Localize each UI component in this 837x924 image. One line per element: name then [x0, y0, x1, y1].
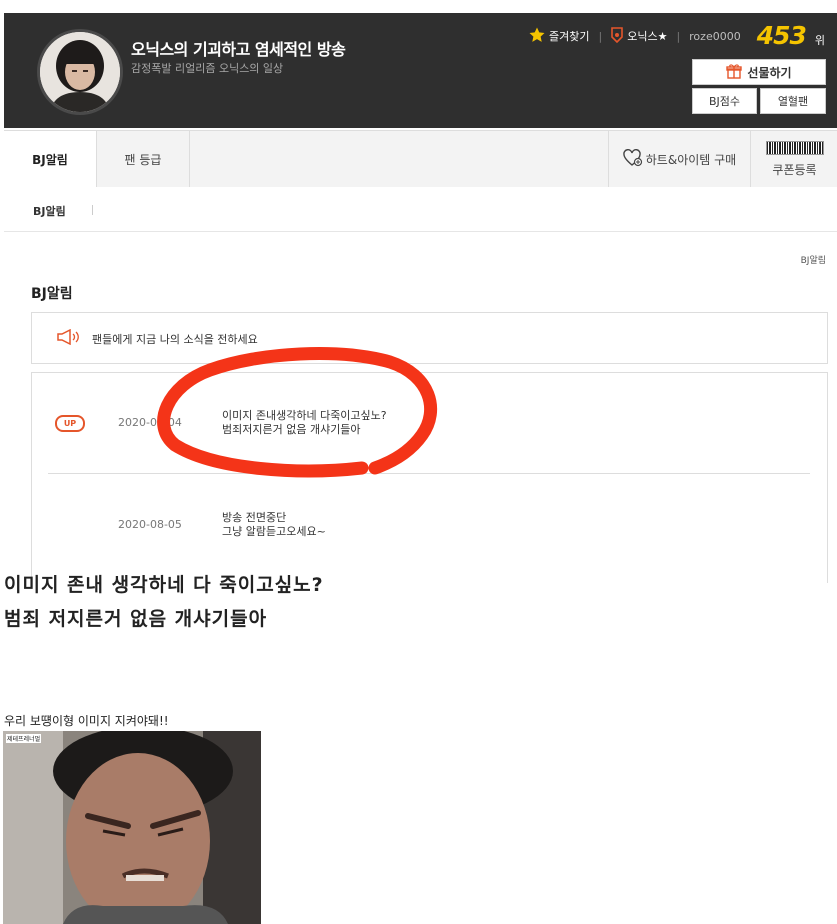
gift-button[interactable]: 선물하기: [692, 59, 826, 85]
photo-angry-face: 제테프레너멀: [3, 731, 261, 924]
tab-bar: BJ알림 팬 등급 하트&아이템 구매 쿠폰등록: [4, 130, 837, 188]
rank-number: 453: [756, 21, 807, 50]
sub-navigation: BJ알림: [4, 187, 837, 232]
gift-icon: [726, 63, 743, 82]
notice-list: UP 2020-08-04 이미지 존내생각하네 다죽이고싶노? 범죄저지른거 …: [31, 372, 828, 583]
heart-icon: [623, 148, 643, 170]
row-divider: [48, 473, 810, 474]
notice-compose-box[interactable]: 팬들에게 지금 나의 소식을 전하세요: [31, 312, 828, 364]
divider: |: [676, 29, 681, 43]
tab-heart-item[interactable]: 하트&아이템 구매: [608, 131, 750, 187]
star-icon[interactable]: [528, 26, 546, 47]
photo-watermark: 제테프레너멀: [6, 734, 42, 743]
post-line: 방송 전면중단: [222, 511, 287, 524]
divider: [92, 205, 93, 215]
tab-bj-notice[interactable]: BJ알림: [4, 131, 97, 188]
gift-label: 선물하기: [747, 65, 792, 80]
notice-prompt: 팬들에게 지금 나의 소식을 전하세요: [92, 333, 258, 346]
post-line: 그냥 알람듣고오세요~: [222, 525, 326, 538]
post-body[interactable]: 방송 전면중단 그냥 알람듣고오세요~: [222, 511, 326, 539]
post-body[interactable]: 이미지 존내생각하네 다죽이고싶노? 범죄저지른거 없음 개샤기들아: [222, 409, 387, 437]
top-fan-button[interactable]: 열혈팬: [760, 88, 826, 114]
post-date: 2020-08-04: [118, 416, 182, 429]
tab-fan-grade[interactable]: 팬 등급: [97, 131, 190, 187]
caption-line-1: 이미지 존내 생각하네 다 죽이고싶노?: [4, 574, 324, 596]
rank-display: 453 위: [757, 21, 825, 50]
post-date: 2020-08-05: [118, 518, 182, 531]
post-line: 범죄저지른거 없음 개샤기들아: [222, 423, 361, 436]
post-line: 이미지 존내생각하네 다죽이고싶노?: [222, 409, 387, 422]
profile-avatar[interactable]: [37, 29, 123, 115]
face-photo: [3, 731, 261, 924]
caption-line-2: 범죄 저지른거 없음 개샤기들아: [4, 608, 268, 630]
channel-subtitle: 감정폭발 리얼리즘 오닉스의 일상: [131, 62, 284, 75]
tab-heart-item-label: 하트&아이템 구매: [645, 152, 737, 167]
subnav-bj-notice[interactable]: BJ알림: [33, 203, 66, 219]
badge-icon: [611, 26, 624, 46]
section-title: BJ알림: [31, 286, 73, 302]
bj-name[interactable]: 오닉스★: [627, 28, 667, 44]
channel-title[interactable]: 오닉스의 기괴하고 염세적인 방송: [131, 36, 346, 60]
rank-unit: 위: [814, 34, 825, 47]
tab-coupon[interactable]: 쿠폰등록: [750, 131, 837, 187]
header-topbar: 즐겨찾기 | 오닉스★ | roze0000: [528, 26, 741, 46]
channel-header: 오닉스의 기괴하고 염세적인 방송 감정폭발 리얼리즘 오닉스의 일상 즐겨찾기…: [4, 13, 837, 128]
caption-small: 우리 보떙이형 이미지 지켜야돼!!: [4, 714, 169, 728]
tab-coupon-label: 쿠폰등록: [772, 162, 817, 177]
breadcrumb: BJ알림: [800, 256, 826, 266]
up-badge: UP: [55, 415, 85, 432]
bj-score-button[interactable]: BJ점수: [692, 88, 757, 114]
barcode-icon: [765, 140, 824, 155]
megaphone-icon: [56, 328, 82, 349]
favorite-button[interactable]: 즐겨찾기: [549, 28, 589, 44]
divider: |: [598, 29, 603, 43]
user-id: roze0000: [689, 29, 741, 43]
avatar-portrait: [40, 32, 120, 112]
